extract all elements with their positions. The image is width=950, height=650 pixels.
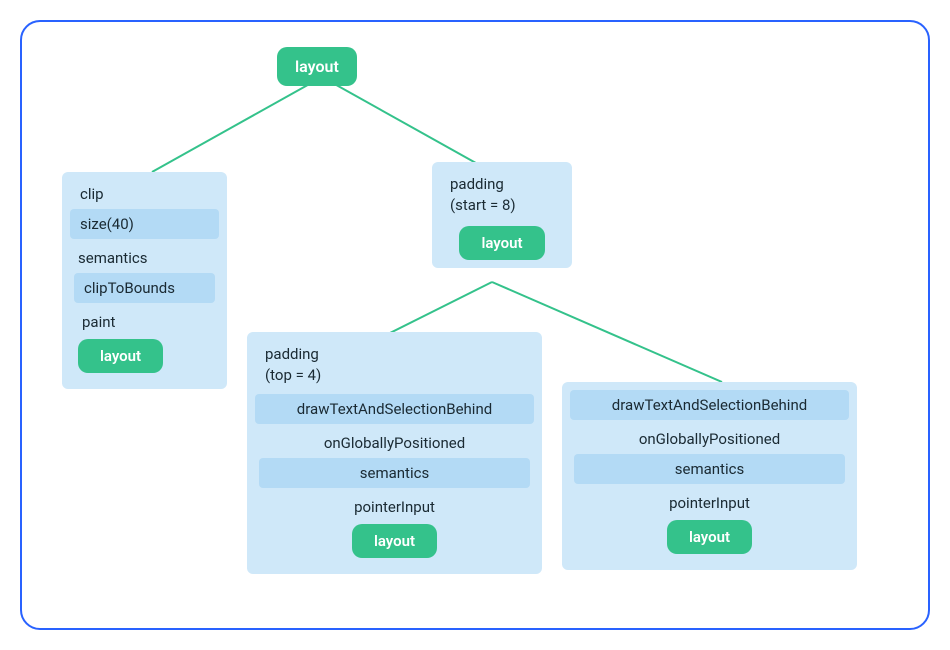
pointer-nest: pointerInput layout bbox=[574, 488, 845, 558]
semantics-row: semantics bbox=[574, 454, 845, 484]
ogp-row: onGloballyPositioned bbox=[574, 428, 845, 450]
root-layout-node: layout bbox=[277, 47, 357, 86]
semantics-nest: semantics clipToBounds paint layout bbox=[70, 243, 219, 381]
padding-start-text: padding (start = 8) bbox=[450, 175, 516, 214]
ogp-row: onGloballyPositioned bbox=[259, 432, 530, 454]
clip-label: clip bbox=[70, 180, 219, 209]
size-row: size(40) bbox=[70, 209, 219, 239]
ogp-nest: onGloballyPositioned semantics pointerIn… bbox=[255, 428, 534, 566]
pointer-row: pointerInput bbox=[263, 496, 526, 518]
pointer-row: pointerInput bbox=[578, 492, 841, 514]
padding-start-box: padding (start = 8) layout bbox=[432, 162, 572, 268]
diagram-frame: layout clip size(40) semantics clipToBou… bbox=[20, 20, 930, 630]
layout-pill: layout bbox=[277, 47, 357, 86]
padding-top-label: padding (top = 4) bbox=[255, 340, 534, 394]
ogp-nest: onGloballyPositioned semantics pointerIn… bbox=[570, 424, 849, 562]
clip-box: clip size(40) semantics clipToBounds pai… bbox=[62, 172, 227, 389]
cliptobounds-row: clipToBounds bbox=[74, 273, 215, 303]
drawtext-row: drawTextAndSelectionBehind bbox=[570, 390, 849, 420]
drawtext-row: drawTextAndSelectionBehind bbox=[255, 394, 534, 424]
layout-pill: layout bbox=[78, 339, 163, 373]
layout-pill: layout bbox=[459, 226, 544, 260]
padding-top-text: padding (top = 4) bbox=[265, 345, 321, 384]
paint-nest: paint layout bbox=[74, 307, 215, 377]
semantics-row: semantics bbox=[259, 458, 530, 488]
padding-start-label: padding (start = 8) bbox=[440, 170, 564, 224]
layout-pill: layout bbox=[352, 524, 437, 558]
padding-top-box: padding (top = 4) drawTextAndSelectionBe… bbox=[247, 332, 542, 574]
layout-pill: layout bbox=[667, 520, 752, 554]
pointer-nest: pointerInput layout bbox=[259, 492, 530, 562]
paint-row: paint bbox=[78, 311, 211, 333]
drawtext-box: drawTextAndSelectionBehind onGloballyPos… bbox=[562, 382, 857, 570]
semantics-row: semantics bbox=[74, 247, 215, 269]
